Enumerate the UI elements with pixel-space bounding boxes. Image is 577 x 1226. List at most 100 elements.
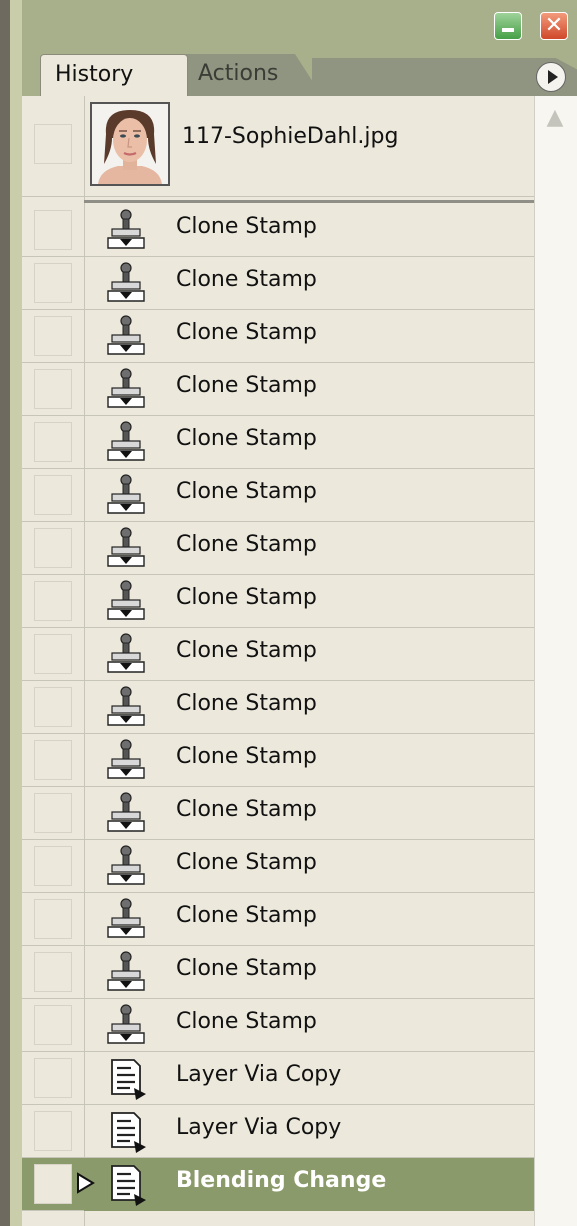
- history-state-label: Clone Stamp: [176, 373, 317, 398]
- clone-stamp-icon: [104, 367, 148, 411]
- history-state-label: Clone Stamp: [176, 479, 317, 504]
- clone-stamp-icon: [104, 791, 148, 835]
- tab-actions[interactable]: Actions: [172, 54, 322, 96]
- tab-history-label: History: [55, 62, 134, 87]
- left-window-edge: [0, 0, 10, 1226]
- history-state-row[interactable]: Clone Stamp: [22, 681, 534, 734]
- history-source-checkbox[interactable]: [34, 899, 72, 939]
- tab-strip: Actions History: [22, 46, 577, 96]
- history-state-label: Clone Stamp: [176, 638, 317, 663]
- scroll-up-icon[interactable]: ▲: [539, 102, 571, 134]
- clone-stamp-icon: [104, 314, 148, 358]
- history-state-row[interactable]: Clone Stamp: [22, 469, 534, 522]
- history-state-row[interactable]: Clone Stamp: [22, 416, 534, 469]
- snapshot-separator: [84, 200, 534, 203]
- face-thumbnail-icon: [92, 104, 168, 184]
- clone-stamp-icon: [104, 579, 148, 623]
- play-arrow-icon: [548, 70, 558, 84]
- vertical-scrollbar[interactable]: ▲: [534, 96, 577, 1226]
- history-source-checkbox[interactable]: [34, 422, 72, 462]
- history-source-checkbox[interactable]: [34, 369, 72, 409]
- history-source-checkbox[interactable]: [34, 952, 72, 992]
- history-state-label: Clone Stamp: [176, 320, 317, 345]
- clone-stamp-icon: [104, 844, 148, 888]
- history-state-label: Layer Via Copy: [176, 1115, 342, 1140]
- history-state-row[interactable]: Clone Stamp: [22, 893, 534, 946]
- history-state-label: Clone Stamp: [176, 214, 317, 239]
- clone-stamp-icon: [104, 685, 148, 729]
- panel-title-bar[interactable]: ✕: [22, 0, 577, 46]
- history-source-checkbox[interactable]: [34, 210, 72, 250]
- history-state-label: Blending Change: [176, 1168, 387, 1193]
- history-source-checkbox[interactable]: [34, 1111, 72, 1151]
- history-state-label: Clone Stamp: [176, 903, 317, 928]
- history-source-checkbox[interactable]: [34, 793, 72, 833]
- tab-actions-label: Actions: [198, 61, 279, 86]
- history-state-row[interactable]: Clone Stamp: [22, 310, 534, 363]
- snapshot-source-checkbox[interactable]: [34, 124, 72, 164]
- clone-stamp-icon: [104, 261, 148, 305]
- history-panel: ✕ Actions History 117-SophieDahl.jpg Clo…: [22, 0, 577, 1226]
- history-state-row[interactable]: Clone Stamp: [22, 787, 534, 840]
- close-icon: ✕: [544, 13, 564, 38]
- history-source-checkbox[interactable]: [34, 740, 72, 780]
- history-state-row[interactable]: Layer Via Copy: [22, 1105, 534, 1158]
- history-source-checkbox[interactable]: [34, 581, 72, 621]
- history-state-row[interactable]: Clone Stamp: [22, 734, 534, 787]
- minimize-button[interactable]: [494, 12, 522, 40]
- history-state-label: Clone Stamp: [176, 1009, 317, 1034]
- history-state-label: Clone Stamp: [176, 956, 317, 981]
- history-state-label: Clone Stamp: [176, 797, 317, 822]
- document-icon: [104, 1162, 148, 1206]
- clone-stamp-icon: [104, 1003, 148, 1047]
- history-source-checkbox[interactable]: [34, 475, 72, 515]
- history-state-row[interactable]: Clone Stamp: [22, 840, 534, 893]
- history-state-row[interactable]: Clone Stamp: [22, 999, 534, 1052]
- clone-stamp-icon: [104, 526, 148, 570]
- history-state-label: Clone Stamp: [176, 267, 317, 292]
- dock-strip: [10, 0, 22, 1226]
- history-state-row[interactable]: Clone Stamp: [22, 628, 534, 681]
- document-icon: [104, 1056, 148, 1100]
- clone-stamp-icon: [104, 420, 148, 464]
- document-icon: [104, 1109, 148, 1153]
- clone-stamp-icon: [104, 738, 148, 782]
- clone-stamp-icon: [104, 950, 148, 994]
- clone-stamp-icon: [104, 473, 148, 517]
- history-source-checkbox[interactable]: [34, 1164, 72, 1204]
- snapshot-row[interactable]: 117-SophieDahl.jpg: [22, 96, 534, 197]
- history-source-checkbox[interactable]: [34, 846, 72, 886]
- history-source-checkbox[interactable]: [34, 316, 72, 356]
- history-state-row[interactable]: Clone Stamp: [22, 363, 534, 416]
- history-state-label: Clone Stamp: [176, 585, 317, 610]
- history-state-label: Clone Stamp: [176, 744, 317, 769]
- history-source-checkbox[interactable]: [34, 528, 72, 568]
- clone-stamp-icon: [104, 632, 148, 676]
- history-source-checkbox[interactable]: [34, 687, 72, 727]
- history-source-checkbox[interactable]: [34, 634, 72, 674]
- history-list: 117-SophieDahl.jpg Clone Stamp Clone Stam…: [22, 96, 534, 1226]
- history-source-checkbox[interactable]: [34, 263, 72, 303]
- panel-menu-button[interactable]: [536, 62, 566, 92]
- minimize-icon: [502, 28, 514, 32]
- snapshot-label: 117-SophieDahl.jpg: [182, 124, 399, 149]
- history-state-label: Clone Stamp: [176, 426, 317, 451]
- history-state-row[interactable]: Clone Stamp: [22, 522, 534, 575]
- history-state-label: Clone Stamp: [176, 532, 317, 557]
- history-state-row[interactable]: Clone Stamp: [22, 257, 534, 310]
- history-state-row[interactable]: Clone Stamp: [22, 575, 534, 628]
- snapshot-thumbnail: [90, 102, 170, 186]
- clone-stamp-icon: [104, 208, 148, 252]
- history-state-row[interactable]: Layer Via Copy: [22, 1052, 534, 1105]
- history-state-row[interactable]: Clone Stamp: [22, 204, 534, 257]
- history-state-pointer-icon[interactable]: [76, 1172, 96, 1194]
- tab-history[interactable]: History: [40, 54, 188, 96]
- history-state-label: Clone Stamp: [176, 850, 317, 875]
- history-state-label: Clone Stamp: [176, 691, 317, 716]
- history-state-row[interactable]: Blending Change: [22, 1158, 534, 1211]
- close-button[interactable]: ✕: [540, 12, 568, 40]
- history-state-label: Layer Via Copy: [176, 1062, 342, 1087]
- history-source-checkbox[interactable]: [34, 1058, 72, 1098]
- history-state-row[interactable]: Clone Stamp: [22, 946, 534, 999]
- history-source-checkbox[interactable]: [34, 1005, 72, 1045]
